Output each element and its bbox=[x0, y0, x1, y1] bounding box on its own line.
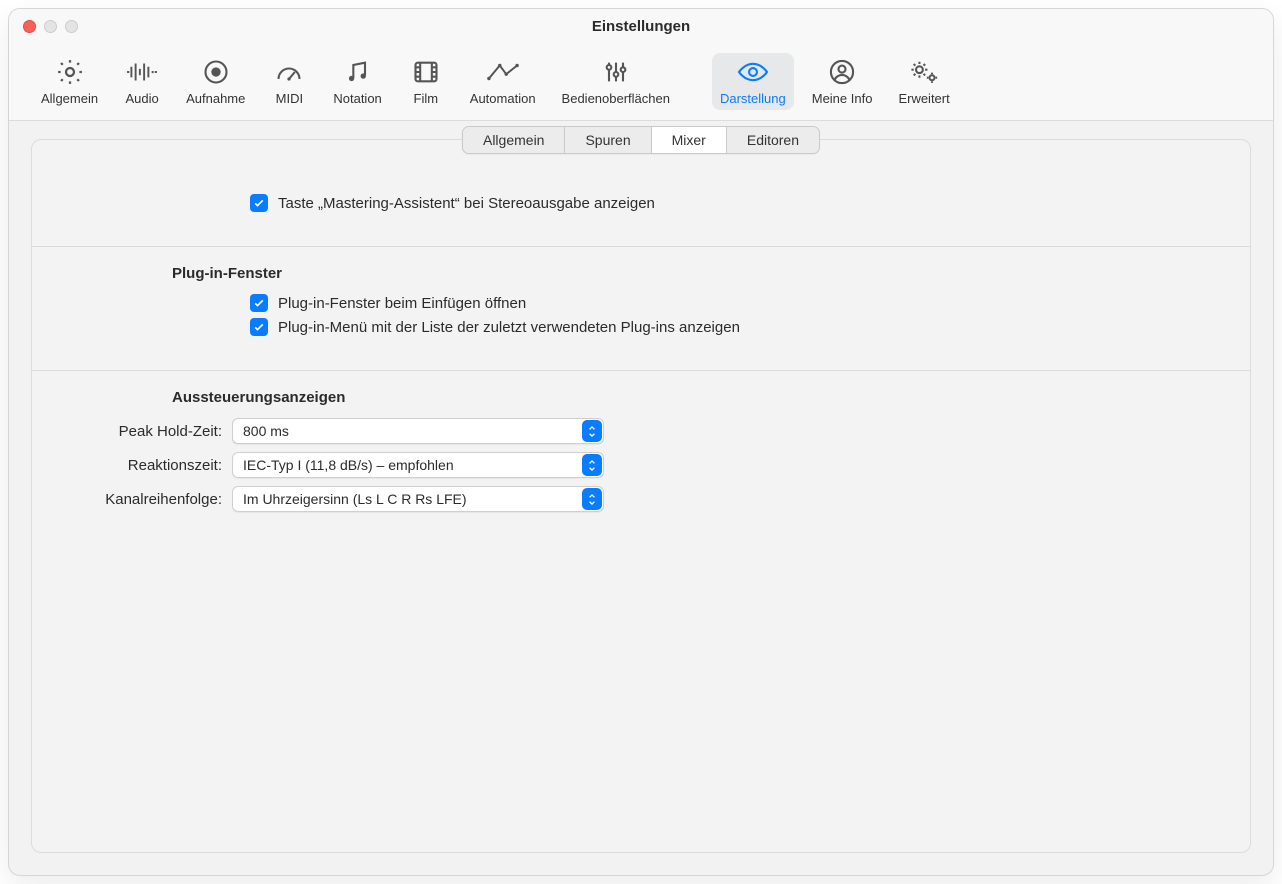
music-notes-icon bbox=[340, 57, 376, 87]
updown-stepper-icon bbox=[582, 488, 602, 510]
close-window-button[interactable] bbox=[23, 20, 36, 33]
toolbar-item-display[interactable]: Darstellung bbox=[712, 53, 794, 110]
toolbar-item-recording[interactable]: Aufnahme bbox=[178, 53, 253, 110]
toolbar-label: Audio bbox=[125, 91, 158, 106]
automation-curve-icon bbox=[485, 57, 521, 87]
minimize-window-button[interactable] bbox=[44, 20, 57, 33]
gear-icon bbox=[52, 57, 88, 87]
tab-tracks[interactable]: Spuren bbox=[565, 127, 651, 153]
select-value: IEC-Typ I (11,8 dB/s) – empfohlen bbox=[243, 457, 454, 473]
section-level-meters: Aussteuerungsanzeigen Peak Hold-Zeit: 80… bbox=[32, 389, 1250, 536]
checkbox-plugin-open[interactable] bbox=[250, 294, 268, 312]
row-channel-order: Kanalreihenfolge: Im Uhrzeigersinn (Ls L… bbox=[32, 486, 1250, 512]
toolbar-label: Automation bbox=[470, 91, 536, 106]
toolbar-item-advanced[interactable]: Erweitert bbox=[890, 53, 957, 110]
tab-editors[interactable]: Editoren bbox=[727, 127, 819, 153]
checkbox-label: Taste „Mastering-Assistent“ bei Stereoau… bbox=[278, 195, 655, 212]
tab-general[interactable]: Allgemein bbox=[463, 127, 565, 153]
select-value: Im Uhrzeigersinn (Ls L C R Rs LFE) bbox=[243, 491, 467, 507]
divider bbox=[32, 246, 1250, 247]
preferences-window: Einstellungen Allgemein Audio Aufnahme bbox=[8, 8, 1274, 876]
row-plugin-recent: Plug-in-Menü mit der Liste der zuletzt v… bbox=[32, 318, 1250, 336]
toolbar-item-control-surfaces[interactable]: Bedienoberflächen bbox=[554, 53, 678, 110]
select-response[interactable]: IEC-Typ I (11,8 dB/s) – empfohlen bbox=[232, 452, 604, 478]
toolbar-label: Bedienoberflächen bbox=[562, 91, 670, 106]
eye-icon bbox=[735, 57, 771, 87]
select-peak-hold[interactable]: 800 ms bbox=[232, 418, 604, 444]
toolbar-label: Erweitert bbox=[898, 91, 949, 106]
updown-stepper-icon bbox=[582, 454, 602, 476]
record-icon bbox=[198, 57, 234, 87]
toolbar-item-midi[interactable]: MIDI bbox=[263, 53, 315, 110]
toolbar-item-audio[interactable]: Audio bbox=[116, 53, 168, 110]
checkbox-mastering-assistant[interactable] bbox=[250, 194, 268, 212]
updown-stepper-icon bbox=[582, 420, 602, 442]
section-mastering: Taste „Mastering-Assistent“ bei Stereoau… bbox=[32, 194, 1250, 234]
titlebar: Einstellungen bbox=[9, 9, 1273, 45]
gauge-icon bbox=[271, 57, 307, 87]
select-channel-order[interactable]: Im Uhrzeigersinn (Ls L C R Rs LFE) bbox=[232, 486, 604, 512]
label-channel-order: Kanalreihenfolge: bbox=[32, 491, 232, 508]
toolbar-label: Aufnahme bbox=[186, 91, 245, 106]
toolbar-item-notation[interactable]: Notation bbox=[325, 53, 389, 110]
toolbar-label: Meine Info bbox=[812, 91, 873, 106]
toolbar-label: Notation bbox=[333, 91, 381, 106]
sliders-icon bbox=[598, 57, 634, 87]
tab-mixer[interactable]: Mixer bbox=[652, 127, 727, 153]
traffic-lights bbox=[9, 20, 78, 33]
window-title: Einstellungen bbox=[9, 18, 1273, 35]
checkbox-plugin-recent[interactable] bbox=[250, 318, 268, 336]
row-plugin-open: Plug-in-Fenster beim Einfügen öffnen bbox=[32, 294, 1250, 312]
row-peak-hold: Peak Hold-Zeit: 800 ms bbox=[32, 418, 1250, 444]
toolbar-label: Allgemein bbox=[41, 91, 98, 106]
checkbox-label: Plug-in-Fenster beim Einfügen öffnen bbox=[278, 295, 526, 312]
select-value: 800 ms bbox=[243, 423, 289, 439]
toolbar-label: Darstellung bbox=[720, 91, 786, 106]
waveform-icon bbox=[124, 57, 160, 87]
person-circle-icon bbox=[824, 57, 860, 87]
label-peak-hold: Peak Hold-Zeit: bbox=[32, 423, 232, 440]
section-plugin-window: Plug-in-Fenster Plug-in-Fenster beim Ein… bbox=[32, 265, 1250, 358]
row-response: Reaktionszeit: IEC-Typ I (11,8 dB/s) – e… bbox=[32, 452, 1250, 478]
divider bbox=[32, 370, 1250, 371]
sub-tab-bar: Allgemein Spuren Mixer Editoren bbox=[462, 126, 820, 154]
toolbar-label: Film bbox=[414, 91, 439, 106]
toolbar-item-automation[interactable]: Automation bbox=[462, 53, 544, 110]
gears-icon bbox=[906, 57, 942, 87]
toolbar-label: MIDI bbox=[276, 91, 303, 106]
section-heading-meters: Aussteuerungsanzeigen bbox=[32, 389, 1250, 406]
section-heading-plugin: Plug-in-Fenster bbox=[32, 265, 1250, 282]
row-mastering-assistant: Taste „Mastering-Assistent“ bei Stereoau… bbox=[32, 194, 1250, 212]
toolbar: Allgemein Audio Aufnahme MIDI bbox=[9, 45, 1273, 121]
content-pane: Allgemein Spuren Mixer Editoren Taste „M… bbox=[31, 139, 1251, 853]
checkbox-label: Plug-in-Menü mit der Liste der zuletzt v… bbox=[278, 319, 740, 336]
label-response: Reaktionszeit: bbox=[32, 457, 232, 474]
toolbar-item-general[interactable]: Allgemein bbox=[33, 53, 106, 110]
film-icon bbox=[408, 57, 444, 87]
zoom-window-button[interactable] bbox=[65, 20, 78, 33]
toolbar-item-my-info[interactable]: Meine Info bbox=[804, 53, 881, 110]
toolbar-item-film[interactable]: Film bbox=[400, 53, 452, 110]
